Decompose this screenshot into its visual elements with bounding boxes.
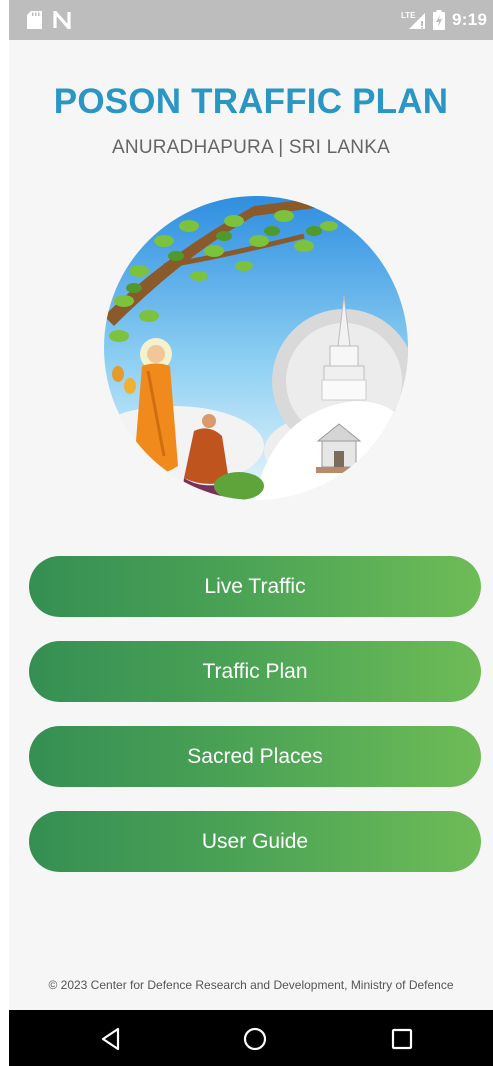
battery-charging-icon <box>433 10 445 30</box>
buddha-and-stupa-illustration-icon <box>104 196 408 500</box>
traffic-plan-button[interactable]: Traffic Plan <box>29 641 481 702</box>
svg-text:LTE: LTE <box>401 11 416 20</box>
footer-copyright: © 2023 Center for Defence Research and D… <box>48 978 454 992</box>
live-traffic-button[interactable]: Live Traffic <box>29 556 481 617</box>
page-title: POSON TRAFFIC PLAN <box>53 82 449 121</box>
lte-signal-icon: LTE <box>401 11 425 29</box>
sd-card-icon <box>27 11 42 29</box>
app-screen: LTE 9:19 POSON TRAFFIC PLAN ANURADHAPURA… <box>9 0 493 1066</box>
status-bar: LTE 9:19 <box>9 0 493 40</box>
hero-illustration <box>104 196 408 500</box>
home-icon[interactable] <box>242 1026 268 1052</box>
navigation-bar <box>9 1010 493 1066</box>
status-time: 9:19 <box>452 10 488 29</box>
page-subtitle: ANURADHAPURA | SRI LANKA <box>112 137 390 158</box>
user-guide-button[interactable]: User Guide <box>29 811 481 872</box>
n-notification-icon <box>53 11 71 29</box>
recents-icon[interactable] <box>389 1026 415 1052</box>
sacred-places-button[interactable]: Sacred Places <box>29 726 481 787</box>
back-icon[interactable] <box>98 1026 124 1052</box>
